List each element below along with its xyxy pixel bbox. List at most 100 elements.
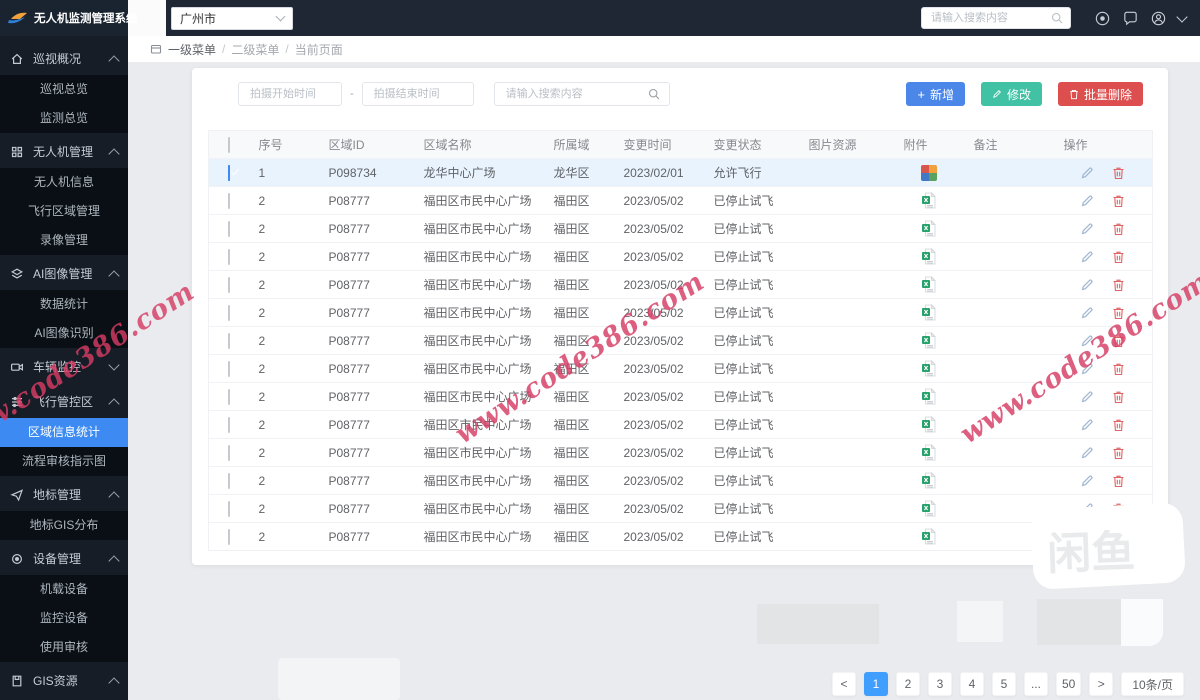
row-checkbox[interactable]: [227, 416, 230, 433]
delete-row-button[interactable]: [1112, 446, 1125, 460]
attachment-excel-icon[interactable]: [921, 332, 936, 349]
pagination-page-5[interactable]: 5: [991, 672, 1016, 696]
add-button[interactable]: + 新增: [906, 82, 965, 106]
sidebar-group-AI图像管理[interactable]: AI图像管理: [0, 257, 128, 290]
sidebar-group-设备管理[interactable]: 设备管理: [0, 542, 128, 575]
row-checkbox[interactable]: [227, 500, 230, 517]
sidebar-item-无人机信息[interactable]: 无人机信息: [0, 168, 128, 197]
sidebar-group-飞行管控区[interactable]: 飞行管控区: [0, 385, 128, 418]
user-avatar-icon[interactable]: [1150, 10, 1167, 27]
edit-row-button[interactable]: [1080, 250, 1094, 264]
edit-row-button[interactable]: [1080, 194, 1094, 208]
delete-row-button[interactable]: [1112, 222, 1125, 236]
sidebar-group-GIS资源[interactable]: GIS资源: [0, 664, 128, 697]
pagination-page-...[interactable]: ...: [1023, 672, 1048, 696]
attachment-excel-icon[interactable]: [921, 444, 936, 461]
start-time-input[interactable]: [248, 87, 332, 101]
row-checkbox[interactable]: [227, 164, 230, 181]
delete-row-button[interactable]: [1112, 306, 1125, 320]
edit-button[interactable]: 修改: [980, 82, 1042, 106]
row-checkbox[interactable]: [227, 388, 230, 405]
sidebar-item-录像管理[interactable]: 录像管理: [0, 226, 128, 255]
delete-row-button[interactable]: [1112, 362, 1125, 376]
city-select[interactable]: 广州市: [171, 6, 293, 30]
edit-row-button[interactable]: [1080, 222, 1094, 236]
delete-row-button[interactable]: [1112, 166, 1125, 180]
row-checkbox[interactable]: [227, 276, 230, 293]
row-checkbox[interactable]: [227, 220, 230, 237]
attachment-excel-icon[interactable]: [921, 472, 936, 489]
edit-row-button[interactable]: [1080, 474, 1094, 488]
pagination-page-4[interactable]: 4: [959, 672, 984, 696]
sidebar-item-区域信息统计[interactable]: 区域信息统计: [0, 418, 128, 447]
sidebar-item-AI图像识别[interactable]: AI图像识别: [0, 319, 128, 348]
table-search-input[interactable]: [503, 87, 644, 101]
message-icon[interactable]: [1122, 10, 1139, 27]
attachment-excel-icon[interactable]: [921, 528, 936, 545]
delete-row-button[interactable]: [1112, 390, 1125, 404]
delete-row-button[interactable]: [1112, 334, 1125, 348]
pagination-next[interactable]: >: [1089, 672, 1114, 696]
search-icon[interactable]: [1051, 12, 1063, 24]
row-checkbox[interactable]: [227, 360, 230, 377]
attachment-image-icon[interactable]: [920, 164, 937, 181]
sidebar-group-巡视概况[interactable]: 巡视概况: [0, 42, 128, 75]
sidebar-item-流程审核指示图[interactable]: 流程审核指示图: [0, 447, 128, 476]
row-checkbox[interactable]: [227, 192, 230, 209]
pagination-page-1[interactable]: 1: [863, 672, 888, 696]
pagination-prev[interactable]: <: [831, 672, 856, 696]
pagination-page-50[interactable]: 50: [1055, 672, 1082, 696]
attachment-excel-icon[interactable]: [921, 360, 936, 377]
attachment-excel-icon[interactable]: [921, 500, 936, 517]
delete-row-button[interactable]: [1112, 278, 1125, 292]
sidebar-item-巡视总览[interactable]: 巡视总览: [0, 75, 128, 104]
sidebar-item-地标GIS分布[interactable]: 地标GIS分布: [0, 511, 128, 540]
edit-row-button[interactable]: [1080, 418, 1094, 432]
sidebar-group-无人机管理[interactable]: 无人机管理: [0, 135, 128, 168]
attachment-excel-icon[interactable]: [921, 220, 936, 237]
delete-row-button[interactable]: [1112, 250, 1125, 264]
delete-row-button[interactable]: [1112, 194, 1125, 208]
row-checkbox[interactable]: [227, 332, 230, 349]
search-icon[interactable]: [648, 88, 660, 100]
row-checkbox[interactable]: [227, 472, 230, 489]
edit-row-button[interactable]: [1080, 278, 1094, 292]
edit-row-button[interactable]: [1080, 362, 1094, 376]
sidebar-group-地标管理[interactable]: 地标管理: [0, 478, 128, 511]
topbar-search-input[interactable]: [929, 11, 1047, 25]
batch-delete-button[interactable]: 批量删除: [1057, 82, 1143, 106]
breadcrumb-level1[interactable]: 一级菜单: [168, 41, 216, 58]
sidebar-item-数据统计[interactable]: 数据统计: [0, 290, 128, 319]
pagination-page-2[interactable]: 2: [895, 672, 920, 696]
edit-row-button[interactable]: [1080, 306, 1094, 320]
attachment-excel-icon[interactable]: [921, 192, 936, 209]
edit-row-button[interactable]: [1080, 334, 1094, 348]
attachment-excel-icon[interactable]: [921, 304, 936, 321]
attachment-excel-icon[interactable]: [921, 248, 936, 265]
delete-row-button[interactable]: [1112, 474, 1125, 488]
attachment-excel-icon[interactable]: [921, 276, 936, 293]
breadcrumb-level2[interactable]: 二级菜单: [231, 41, 279, 58]
sidebar-item-监控设备[interactable]: 监控设备: [0, 604, 128, 633]
sidebar-item-飞行区域管理[interactable]: 飞行区域管理: [0, 197, 128, 226]
row-checkbox[interactable]: [227, 444, 230, 461]
pagination-page-3[interactable]: 3: [927, 672, 952, 696]
delete-row-button[interactable]: [1112, 418, 1125, 432]
edit-row-button[interactable]: [1080, 166, 1094, 180]
target-icon[interactable]: [1094, 10, 1111, 27]
attachment-excel-icon[interactable]: [921, 388, 936, 405]
chevron-down-icon[interactable]: [1176, 10, 1188, 23]
attachment-excel-icon[interactable]: [921, 416, 936, 433]
sidebar-item-使用审核[interactable]: 使用审核: [0, 633, 128, 662]
row-checkbox[interactable]: [227, 528, 230, 545]
edit-row-button[interactable]: [1080, 446, 1094, 460]
sidebar-item-监测总览[interactable]: 监测总览: [0, 104, 128, 133]
sidebar-group-车辆监控[interactable]: 车辆监控: [0, 350, 128, 383]
edit-row-button[interactable]: [1080, 390, 1094, 404]
row-checkbox[interactable]: [227, 248, 230, 265]
page-size-select[interactable]: 10条/页: [1121, 672, 1184, 696]
end-time-input[interactable]: [371, 87, 464, 101]
sidebar-item-机载设备[interactable]: 机载设备: [0, 575, 128, 604]
row-checkbox[interactable]: [227, 304, 230, 321]
select-all-checkbox[interactable]: [227, 136, 230, 153]
